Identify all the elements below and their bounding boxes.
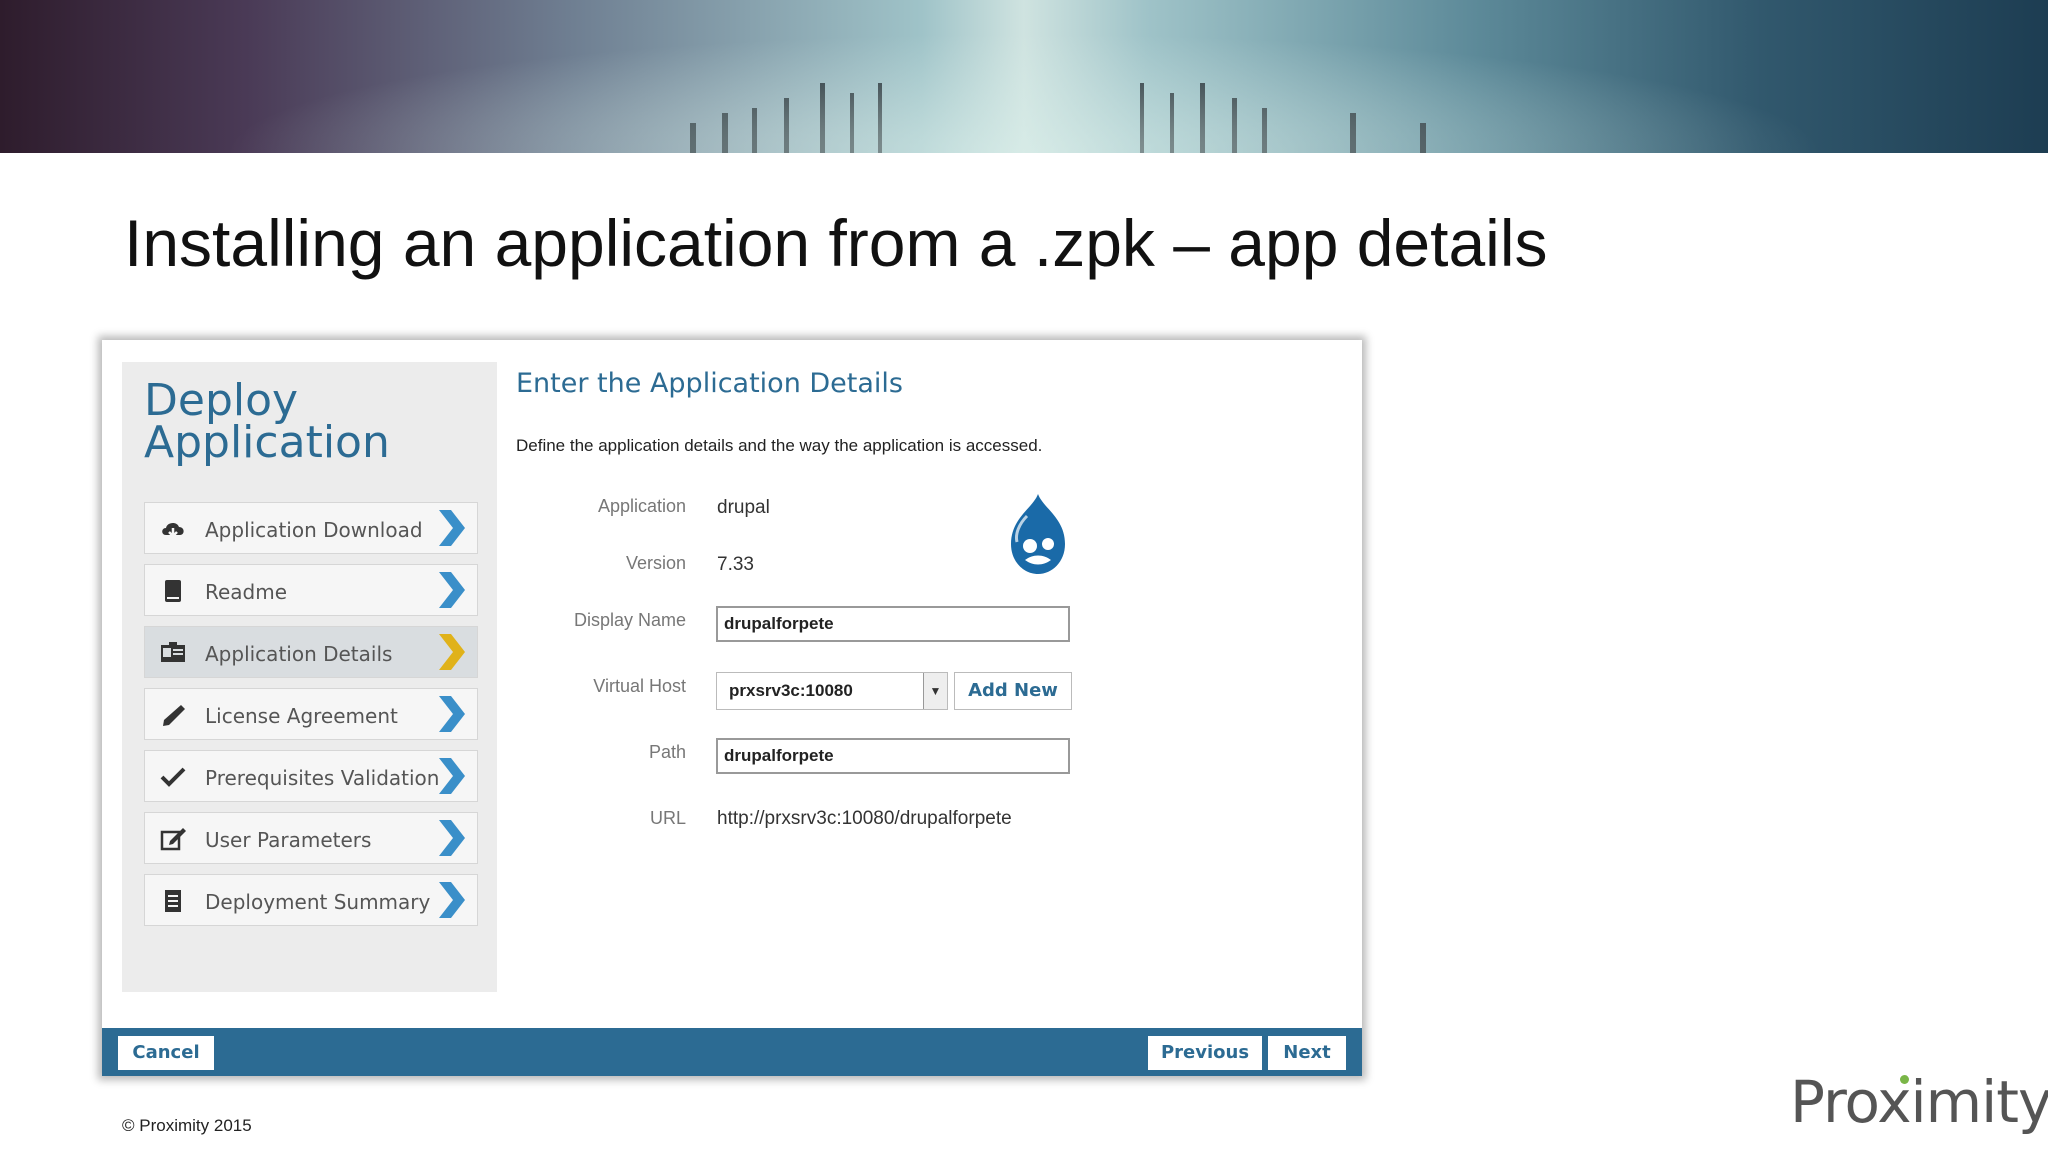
checkmark-icon xyxy=(159,765,187,789)
step-prerequisites-validation[interactable]: Prerequisites Validation xyxy=(144,750,478,802)
step-license-agreement[interactable]: License Agreement xyxy=(144,688,478,740)
step-user-parameters[interactable]: User Parameters xyxy=(144,812,478,864)
cancel-button[interactable]: Cancel xyxy=(118,1036,214,1070)
drupal-logo-icon xyxy=(1011,494,1065,574)
step-label: User Parameters xyxy=(205,828,372,852)
virtual-host-select[interactable]: prxsrv3c:10080 ▼ xyxy=(716,672,948,710)
next-button[interactable]: Next xyxy=(1268,1036,1346,1070)
deploy-wizard-window: Deploy Application Application Download … xyxy=(102,340,1362,1076)
virtual-host-label: Virtual Host xyxy=(593,676,686,696)
edit-icon xyxy=(159,827,187,851)
book-icon xyxy=(159,579,187,603)
url-value: http://prxsrv3c:10080/drupalforpete xyxy=(717,808,1012,829)
add-new-button[interactable]: Add New xyxy=(954,672,1072,710)
step-deployment-summary[interactable]: Deployment Summary xyxy=(144,874,478,926)
chevron-right-icon xyxy=(439,572,465,608)
display-name-label: Display Name xyxy=(573,610,686,630)
wizard-footer: Cancel Previous Next xyxy=(102,1028,1362,1076)
step-application-download[interactable]: Application Download xyxy=(144,502,478,554)
content-title: Enter the Application Details xyxy=(516,368,903,399)
pen-icon xyxy=(159,703,187,727)
chevron-right-icon xyxy=(439,634,465,670)
url-label: URL xyxy=(649,808,686,828)
slide-title: Installing an application from a .zpk – … xyxy=(124,206,1548,280)
previous-button[interactable]: Previous xyxy=(1148,1036,1262,1070)
wizard-sidebar: Deploy Application Application Download … xyxy=(122,362,497,992)
chevron-right-icon xyxy=(439,696,465,732)
step-label: Application Download xyxy=(205,518,423,542)
step-readme[interactable]: Readme xyxy=(144,564,478,616)
id-card-icon xyxy=(159,641,187,665)
version-label: Version xyxy=(625,553,686,573)
step-label: Readme xyxy=(205,580,288,604)
application-value: drupal xyxy=(717,497,770,518)
wizard-heading-line2: Application xyxy=(144,417,390,468)
path-input[interactable]: drupalforpete xyxy=(716,738,1070,774)
step-application-details[interactable]: Application Details xyxy=(144,626,478,678)
logo-dot xyxy=(1900,1075,1909,1084)
step-label: Deployment Summary xyxy=(205,890,431,914)
chevron-right-icon xyxy=(439,510,465,546)
display-name-input[interactable]: drupalforpete xyxy=(716,606,1070,642)
chevron-down-icon[interactable]: ▼ xyxy=(923,673,947,709)
cloud-download-icon xyxy=(159,517,187,541)
list-icon xyxy=(159,889,187,913)
version-value: 7.33 xyxy=(717,554,754,575)
chevron-right-icon xyxy=(439,882,465,918)
application-label: Application xyxy=(597,496,686,516)
path-label: Path xyxy=(648,742,686,762)
content-description: Define the application details and the w… xyxy=(516,436,1043,455)
virtual-host-value: prxsrv3c:10080 xyxy=(729,681,853,700)
chevron-right-icon xyxy=(439,758,465,794)
header-banner-image xyxy=(0,0,2048,153)
wizard-heading: Deploy Application xyxy=(144,379,390,465)
proximity-logo: Proximity xyxy=(1790,1068,2048,1136)
copyright-text: © Proximity 2015 xyxy=(122,1116,252,1135)
step-label: Application Details xyxy=(205,642,393,666)
step-label: Prerequisites Validation xyxy=(205,766,440,790)
step-label: License Agreement xyxy=(205,704,398,728)
chevron-right-icon xyxy=(439,820,465,856)
